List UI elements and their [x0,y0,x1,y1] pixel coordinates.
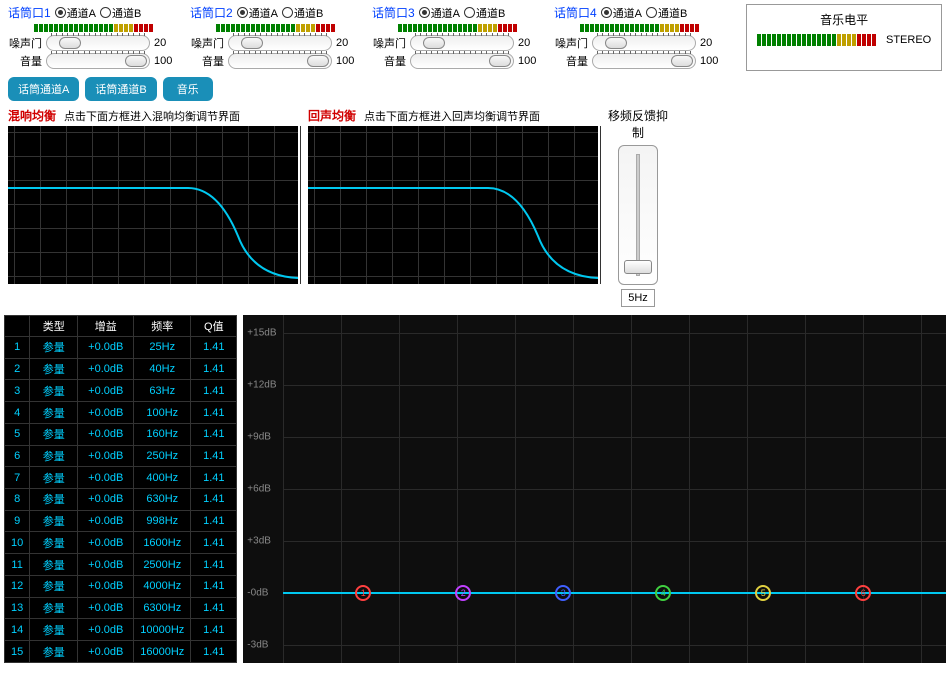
volume-value: 100 [518,55,542,67]
db-label: +15dB [247,328,276,339]
noise-gate-value: 20 [700,37,724,49]
db-label: +12dB [247,380,276,391]
mic-level-meter [372,24,542,32]
th-freq: 频率 [134,316,191,337]
table-row[interactable]: 15参量+0.0dB16000Hz1.41 [5,641,237,663]
radio-channel-a[interactable] [601,7,612,18]
th-gain: 增益 [78,316,134,337]
db-label: +3dB [247,536,271,547]
bottom-row: 类型 增益 频率 Q值 1参量+0.0dB25Hz1.412参量+0.0dB40… [0,311,950,667]
tab-channel-a[interactable]: 话筒通道A [8,77,79,101]
table-row[interactable]: 2参量+0.0dB40Hz1.41 [5,358,237,380]
mic-block-4: 话筒口4 通道A 通道B 噪声门 20 音量 100 [554,4,724,71]
table-row[interactable]: 11参量+0.0dB2500Hz1.41 [5,554,237,576]
noise-gate-slider[interactable] [410,35,514,51]
volume-slider[interactable] [228,53,332,69]
mic-level-meter [190,24,360,32]
table-row[interactable]: 1参量+0.0dB25Hz1.41 [5,337,237,359]
mic-block-2: 话筒口2 通道A 通道B 噪声门 20 音量 100 [190,4,360,71]
db-label: -3dB [247,640,268,651]
volume-value: 100 [700,55,724,67]
radio-channel-b[interactable] [646,7,657,18]
mic-block-3: 话筒口3 通道A 通道B 噪声门 20 音量 100 [372,4,542,71]
noise-gate-label: 噪声门 [190,35,224,51]
mic-level-meter [554,24,724,32]
db-label: -0dB [247,588,268,599]
th-type: 类型 [30,316,78,337]
mic-channel-row: 话筒口1 通道A 通道B 噪声门 20 音量 100 话筒口2 通道A 通道B … [0,0,950,73]
noise-gate-slider[interactable] [592,35,696,51]
eq-row: 混响均衡 点击下面方框进入混响均衡调节界面 回声均衡 点击下面方框进入回声均衡调… [0,103,950,311]
volume-label: 音量 [190,53,224,69]
table-row[interactable]: 6参量+0.0dB250Hz1.41 [5,445,237,467]
volume-value: 100 [154,55,178,67]
mic-title: 话筒口3 [372,4,415,21]
table-row[interactable]: 13参量+0.0dB6300Hz1.41 [5,597,237,619]
eq-node-2[interactable]: 2 [455,585,471,601]
eq-node-3[interactable]: 3 [555,585,571,601]
eq-node-6[interactable]: 6 [855,585,871,601]
eq-node-5[interactable]: 5 [755,585,771,601]
radio-channel-a[interactable] [419,7,430,18]
feedback-value: 5Hz [621,289,655,307]
eq-node-4[interactable]: 4 [655,585,671,601]
volume-label: 音量 [554,53,588,69]
radio-channel-b[interactable] [100,7,111,18]
noise-gate-value: 20 [154,37,178,49]
mic-level-meter [8,24,178,32]
param-eq-table: 类型 增益 频率 Q值 1参量+0.0dB25Hz1.412参量+0.0dB40… [4,315,237,663]
noise-gate-label: 噪声门 [372,35,406,51]
volume-label: 音量 [372,53,406,69]
noise-gate-value: 20 [336,37,360,49]
noise-gate-value: 20 [518,37,542,49]
feedback-title: 移频反馈抑制 [608,107,668,141]
table-row[interactable]: 12参量+0.0dB4000Hz1.41 [5,575,237,597]
reverb-eq-title: 混响均衡 [8,107,56,124]
table-row[interactable]: 3参量+0.0dB63Hz1.41 [5,380,237,402]
music-level-title: 音乐电平 [757,11,931,28]
table-row[interactable]: 8参量+0.0dB630Hz1.41 [5,489,237,511]
channel-tabs: 话筒通道A 话筒通道B 音乐 [0,75,950,103]
table-row[interactable]: 14参量+0.0dB10000Hz1.41 [5,619,237,641]
music-level-panel: 音乐电平 STEREO [746,4,942,71]
table-row[interactable]: 4参量+0.0dB100Hz1.41 [5,402,237,424]
noise-gate-label: 噪声门 [8,35,42,51]
tab-music[interactable]: 音乐 [163,77,213,101]
mic-title: 话筒口1 [8,4,51,21]
volume-value: 100 [336,55,360,67]
th-q: Q值 [191,316,237,337]
stereo-label: STEREO [886,34,931,46]
noise-gate-slider[interactable] [46,35,150,51]
echo-eq-graph[interactable] [308,126,598,284]
table-row[interactable]: 10参量+0.0dB1600Hz1.41 [5,532,237,554]
radio-channel-b[interactable] [464,7,475,18]
reverb-eq-graph[interactable] [8,126,298,284]
tab-channel-b[interactable]: 话筒通道B [85,77,156,101]
radio-channel-a[interactable] [237,7,248,18]
table-row[interactable]: 9参量+0.0dB998Hz1.41 [5,510,237,532]
music-level-meter [757,34,876,46]
reverb-eq-hint: 点击下面方框进入混响均衡调节界面 [64,108,240,124]
radio-channel-b[interactable] [282,7,293,18]
mic-title: 话筒口4 [554,4,597,21]
main-eq-graph[interactable]: +15dB +12dB +9dB +6dB +3dB -0dB -3dB 1 2 3 4 5 6 [243,315,946,663]
table-row[interactable]: 5参量+0.0dB160Hz1.41 [5,423,237,445]
mic-block-1: 话筒口1 通道A 通道B 噪声门 20 音量 100 [8,4,178,71]
table-row[interactable]: 7参量+0.0dB400Hz1.41 [5,467,237,489]
noise-gate-label: 噪声门 [554,35,588,51]
noise-gate-slider[interactable] [228,35,332,51]
db-label: +9dB [247,432,271,443]
db-label: +6dB [247,484,271,495]
mic-title: 话筒口2 [190,4,233,21]
radio-channel-a[interactable] [55,7,66,18]
eq-node-1[interactable]: 1 [355,585,371,601]
feedback-slider[interactable] [618,145,658,285]
echo-eq-title: 回声均衡 [308,107,356,124]
volume-slider[interactable] [592,53,696,69]
volume-label: 音量 [8,53,42,69]
volume-slider[interactable] [410,53,514,69]
volume-slider[interactable] [46,53,150,69]
echo-eq-hint: 点击下面方框进入回声均衡调节界面 [364,108,540,124]
